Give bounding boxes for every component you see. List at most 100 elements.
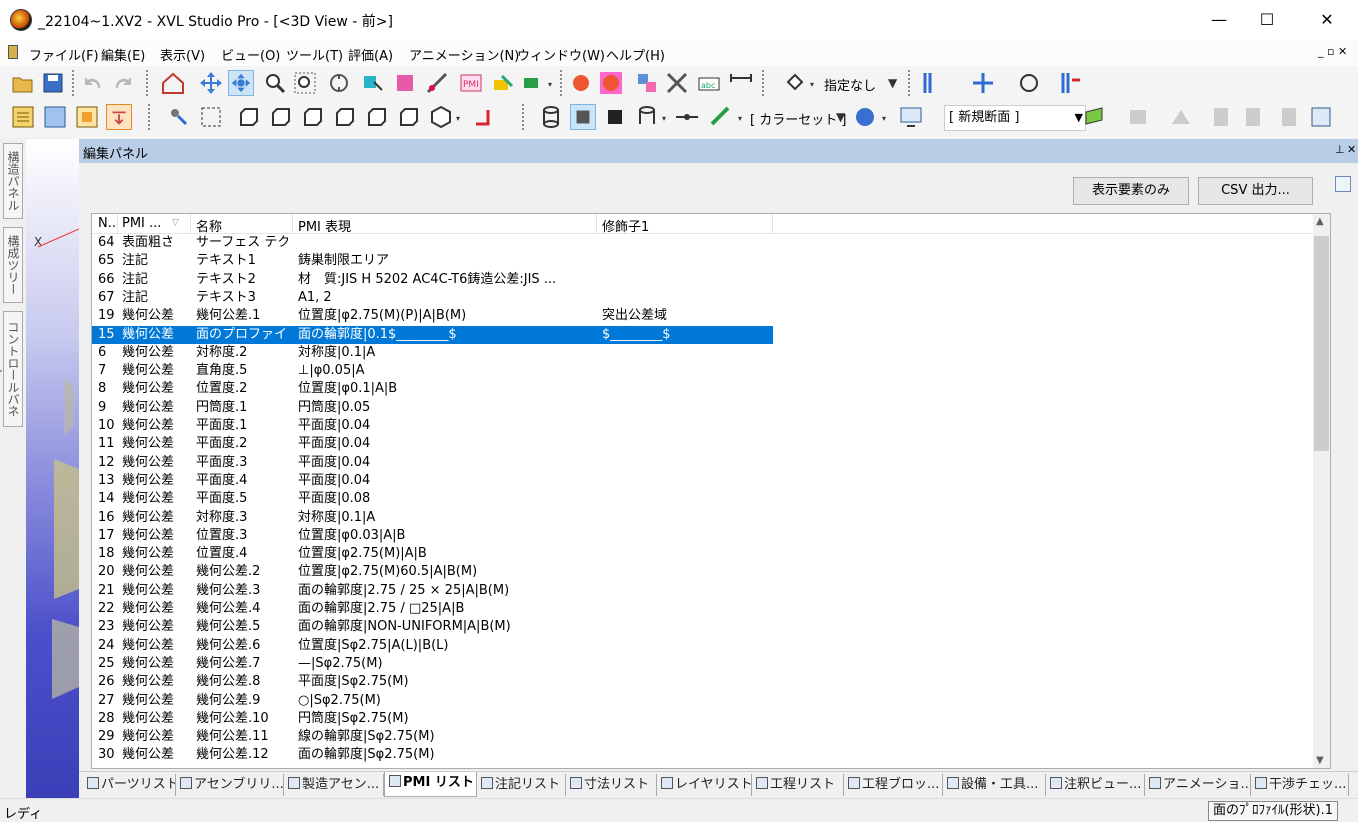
home-view-icon[interactable]	[160, 70, 186, 96]
csv-export-button[interactable]: CSV 出力...	[1198, 177, 1313, 205]
table-row[interactable]: 18 幾何公差 位置度.4 位置度|φ2.75(M)|A|B	[92, 545, 1314, 563]
line-icon[interactable]	[674, 104, 700, 130]
display-combo[interactable]: 指定なし	[824, 75, 876, 94]
table-row[interactable]: 64 表面粗さ サーフェス テクス...	[92, 234, 1314, 252]
table-row[interactable]: 25 幾何公差 幾何公差.7 —|Sφ2.75(M)	[92, 655, 1314, 673]
panel-list-icon[interactable]	[10, 104, 36, 130]
column-divider[interactable]	[117, 214, 118, 234]
scroll-up-icon[interactable]: ▲	[1316, 216, 1324, 227]
menu-evaluate[interactable]: 評価(A)	[348, 45, 393, 64]
dropdown-arrow[interactable]: ▾	[662, 114, 666, 123]
display-combo-arrow[interactable]: ▼	[888, 76, 897, 90]
table-row[interactable]: 26 幾何公差 幾何公差.8 平面度|Sφ2.75(M)	[92, 673, 1314, 691]
section-plane-icon[interactable]	[1082, 104, 1108, 130]
visible-only-button[interactable]: 表示要素のみ	[1073, 177, 1189, 205]
list-options-icon[interactable]	[1335, 176, 1351, 192]
rotate-icon[interactable]	[228, 70, 254, 96]
panel-down-icon[interactable]	[106, 104, 132, 130]
pmi-list[interactable]: N.. PMI ... ▽ 名称 PMI 表現 修飾子1 64 表面粗さ サーフェス…	[91, 213, 1331, 769]
view-right-icon[interactable]	[332, 104, 358, 130]
reset-icon[interactable]	[1058, 70, 1084, 96]
col-modifier1[interactable]: 修飾子1	[602, 216, 772, 235]
pin-icon[interactable]: ⊥	[1335, 143, 1345, 156]
vertical-scrollbar[interactable]: ▲ ▼	[1313, 214, 1330, 768]
scroll-down-icon[interactable]: ▼	[1316, 755, 1324, 766]
sphere-red-icon[interactable]	[568, 70, 594, 96]
tab-process-list[interactable]: 工程リスト	[752, 774, 844, 796]
save-icon[interactable]	[40, 70, 66, 96]
panel-close-icon[interactable]: ✕	[1347, 143, 1356, 156]
table-row[interactable]: 7 幾何公差 直角度.5 ⊥|φ0.05|A	[92, 362, 1314, 380]
pan-icon[interactable]	[198, 70, 224, 96]
structure-panel-tab[interactable]: 構造パネル	[3, 143, 23, 219]
dimension-icon[interactable]	[728, 70, 754, 96]
color-set-combo[interactable]: [ カラーセット ]	[750, 109, 846, 128]
dropdown-arrow[interactable]: ▾	[738, 114, 742, 123]
view-back-icon[interactable]	[268, 104, 294, 130]
align-icon[interactable]	[920, 70, 946, 96]
table-row[interactable]: 19 幾何公差 幾何公差.1 位置度|φ2.75(M)(P)|A|B(M) 突出公差域	[92, 307, 1314, 325]
explode-icon[interactable]	[634, 70, 660, 96]
app-logo-icon[interactable]	[10, 9, 32, 31]
select-part-icon[interactable]	[360, 70, 386, 96]
menu-tools[interactable]: ツール(T)	[286, 45, 343, 64]
minimize-button[interactable]: —	[1196, 0, 1242, 40]
select-color-icon[interactable]	[392, 70, 418, 96]
display-solid-icon[interactable]	[602, 104, 628, 130]
table-row[interactable]: 21 幾何公差 幾何公差.3 面の輪郭度|2.75 / 25 × 25|A|B(M)	[92, 582, 1314, 600]
section-combo[interactable]: [ 新規断面 ] ▼	[944, 105, 1086, 131]
table-row[interactable]: 27 幾何公差 幾何公差.9 ○|Sφ2.75(M)	[92, 692, 1314, 710]
col-pmi-expression[interactable]: PMI 表現	[298, 216, 588, 235]
table-row[interactable]: 13 幾何公差 平面度.4 平面度|0.04	[92, 472, 1314, 490]
table-row[interactable]: 9 幾何公差 円筒度.1 円筒度|0.05	[92, 399, 1314, 417]
tab-equipment-tool[interactable]: 設備・工具...	[943, 774, 1046, 796]
table-row[interactable]: 8 幾何公差 位置度.2 位置度|φ0.1|A|B	[92, 380, 1314, 398]
table-row[interactable]: 30 幾何公差 幾何公差.12 面の輪郭度|Sφ2.75(M)	[92, 746, 1314, 764]
fit-view-icon[interactable]	[326, 70, 352, 96]
table-row[interactable]: 24 幾何公差 幾何公差.6 位置度|Sφ2.75|A(L)|B(L)	[92, 637, 1314, 655]
column-divider[interactable]	[596, 214, 597, 234]
open-folder-icon[interactable]	[10, 70, 36, 96]
table-row[interactable]: 28 幾何公差 幾何公差.10 円筒度|Sφ2.75(M)	[92, 710, 1314, 728]
display-wire-icon[interactable]	[538, 104, 564, 130]
view-iso-icon[interactable]	[428, 104, 454, 130]
column-divider[interactable]	[772, 214, 773, 234]
view-top-icon[interactable]	[364, 104, 390, 130]
maximize-button[interactable]: ☐	[1244, 0, 1290, 40]
close-button[interactable]: ✕	[1304, 0, 1350, 40]
table-row[interactable]: 22 幾何公差 幾何公差.4 面の輪郭度|2.75 / □25|A|B	[92, 600, 1314, 618]
paint-bucket-icon[interactable]	[782, 70, 808, 96]
fit-all-icon[interactable]	[198, 104, 224, 130]
table-row[interactable]: 15 幾何公差 面のプロファイ... 面の輪郭度|0.1$________$ $____…	[92, 325, 773, 344]
mdi-controls[interactable]: _ ▫ ✕	[1318, 45, 1347, 58]
move-axis-icon[interactable]	[970, 70, 996, 96]
redo-icon[interactable]	[110, 70, 136, 96]
measure-icon[interactable]	[424, 70, 450, 96]
tab-layer-list[interactable]: レイヤリスト	[657, 774, 752, 796]
table-row[interactable]: 23 幾何公差 幾何公差.5 面の輪郭度|NON-UNIFORM|A|B(M)	[92, 618, 1314, 636]
panel-split-icon[interactable]	[74, 104, 100, 130]
menu-animation[interactable]: アニメーション(N)	[409, 45, 519, 64]
menu-view[interactable]: 表示(V)	[160, 45, 205, 64]
column-divider[interactable]	[190, 214, 191, 234]
table-row[interactable]: 14 幾何公差 平面度.5 平面度|0.08	[92, 490, 1314, 508]
table-row[interactable]: 20 幾何公差 幾何公差.2 位置度|φ2.75(M)60.5|A|B(M)	[92, 563, 1314, 581]
zoom-window-icon[interactable]	[292, 70, 318, 96]
view-front-icon[interactable]	[236, 104, 262, 130]
table-row[interactable]: 29 幾何公差 幾何公差.11 線の輪郭度|Sφ2.75(M)	[92, 728, 1314, 746]
table-row[interactable]: 12 幾何公差 平面度.3 平面度|0.04	[92, 454, 1314, 472]
table-row[interactable]: 66 注記 テキスト2 材 質:JIS H 5202 AC4C-T6鋳造公差:JIS …	[92, 271, 1314, 289]
view-bottom-icon[interactable]	[396, 104, 422, 130]
dropdown-arrow[interactable]: ▾	[882, 114, 886, 123]
layer-select-icon[interactable]	[520, 70, 546, 96]
col-number[interactable]: N..	[98, 216, 116, 231]
sphere-orange-icon[interactable]	[598, 70, 624, 96]
table-row[interactable]: 6 幾何公差 対称度.2 対称度|0.1|A	[92, 344, 1314, 362]
display-shaded-icon[interactable]	[570, 104, 596, 130]
control-panel-tab[interactable]: コントロールパネル	[0, 311, 23, 427]
menu-file[interactable]: ファイル(F)	[29, 45, 99, 64]
color-set-icon[interactable]	[708, 104, 734, 130]
pmi-icon[interactable]: PMI	[458, 70, 484, 96]
table-row[interactable]: 11 幾何公差 平面度.2 平面度|0.04	[92, 435, 1314, 453]
zoom-icon[interactable]	[262, 70, 288, 96]
